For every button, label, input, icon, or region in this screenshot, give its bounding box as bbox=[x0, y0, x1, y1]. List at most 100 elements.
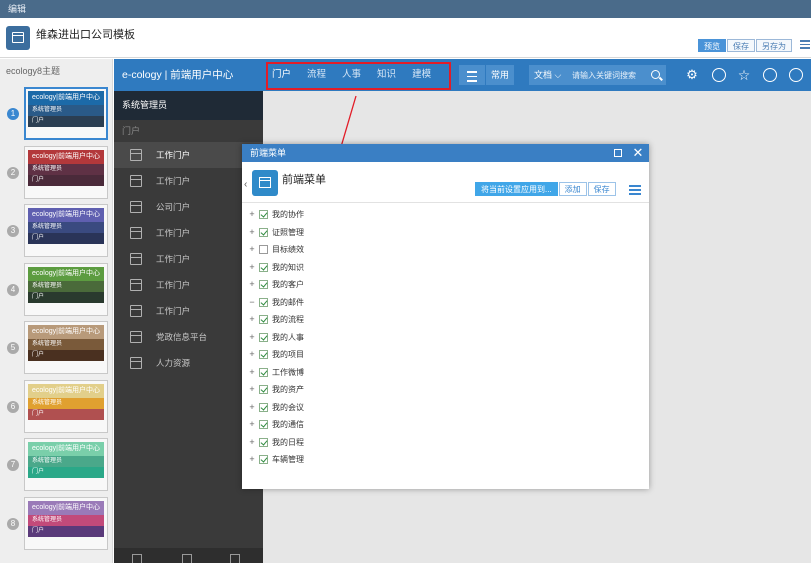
save-button[interactable]: 保存 bbox=[727, 39, 755, 52]
tree-checkbox[interactable] bbox=[259, 227, 268, 237]
theme-thumbnail[interactable]: ecology|前端用户中心 系统管理员 门户 bbox=[24, 145, 108, 199]
palette-icon[interactable] bbox=[712, 68, 726, 82]
theme-item[interactable]: 5 ecology|前端用户中心 系统管理员 门户 bbox=[0, 321, 113, 379]
sidebar-item[interactable]: 工作门户 bbox=[114, 168, 263, 194]
tree-toggle-icon[interactable]: + bbox=[248, 259, 256, 277]
add-button[interactable]: 添加 bbox=[558, 182, 587, 196]
theme-thumbnail[interactable]: ecology|前端用户中心 系统管理员 门户 bbox=[24, 87, 108, 140]
theme-thumbnail[interactable]: ecology|前端用户中心 系统管理员 门户 bbox=[24, 262, 108, 316]
theme-item[interactable]: 4 ecology|前端用户中心 系统管理员 门户 bbox=[0, 262, 113, 321]
theme-thumb-brand: ecology|前端用户中心 bbox=[28, 208, 104, 222]
tree-toggle-icon[interactable]: + bbox=[248, 329, 256, 347]
power-icon[interactable] bbox=[789, 68, 803, 82]
search-icon[interactable] bbox=[651, 70, 660, 79]
tree-item-label[interactable]: 我的会议 bbox=[272, 399, 304, 417]
home-icon[interactable] bbox=[132, 554, 142, 563]
tree-item-label[interactable]: 我的流程 bbox=[272, 311, 304, 329]
save-as-button[interactable]: 另存为 bbox=[756, 39, 792, 52]
theme-thumbnail[interactable]: ecology|前端用户中心 系统管理员 门户 bbox=[24, 379, 108, 433]
apply-to-button[interactable]: 将当前设置应用到... bbox=[475, 182, 558, 196]
tree-toggle-icon[interactable]: + bbox=[248, 346, 256, 364]
tree-checkbox[interactable] bbox=[259, 350, 268, 359]
tree-checkbox[interactable] bbox=[259, 367, 268, 377]
tree-item-label[interactable]: 我的客户 bbox=[272, 276, 304, 294]
tree-checkbox[interactable] bbox=[259, 245, 268, 254]
theme-item[interactable]: 3 ecology|前端用户中心 系统管理员 门户 bbox=[0, 204, 113, 262]
theme-item[interactable]: 8 ecology|前端用户中心 系统管理员 门户 bbox=[0, 496, 113, 555]
theme-item[interactable]: 1 ecology|前端用户中心 系统管理员 门户 bbox=[0, 87, 113, 145]
dialog-list-icon[interactable] bbox=[629, 185, 641, 195]
tree-toggle-icon[interactable]: + bbox=[248, 276, 256, 294]
tree-toggle-icon[interactable]: + bbox=[248, 416, 256, 434]
sidebar-item[interactable]: 工作门户 bbox=[114, 272, 263, 298]
tree-checkbox[interactable] bbox=[259, 420, 268, 429]
tree-toggle-icon[interactable]: + bbox=[248, 399, 256, 417]
theme-item[interactable]: 7 ecology|前端用户中心 系统管理员 门户 bbox=[0, 438, 113, 496]
tree-item-label[interactable]: 我的日程 bbox=[272, 434, 304, 452]
sidebar-item[interactable]: 工作门户 bbox=[114, 298, 263, 324]
close-icon[interactable]: ✕ bbox=[632, 144, 644, 162]
mail-icon[interactable] bbox=[230, 554, 240, 563]
dialog-save-button[interactable]: 保存 bbox=[587, 182, 616, 196]
maximize-icon[interactable] bbox=[614, 149, 622, 157]
theme-number: 6 bbox=[7, 400, 19, 413]
tree-item-label[interactable]: 我的知识 bbox=[272, 259, 304, 277]
menu-icon[interactable] bbox=[459, 65, 485, 85]
tree-item-label[interactable]: 我的协作 bbox=[272, 206, 304, 224]
sidebar-item[interactable]: 党政信息平台 bbox=[114, 324, 263, 350]
tree-item-label[interactable]: 证照管理 bbox=[272, 224, 304, 242]
lock-icon[interactable] bbox=[182, 554, 192, 563]
tree-item-label[interactable]: 目标绩效 bbox=[272, 241, 304, 259]
portal-icon bbox=[130, 149, 142, 161]
theme-item[interactable]: 6 ecology|前端用户中心 系统管理员 门户 bbox=[0, 379, 113, 438]
tree-item-label[interactable]: 车辆管理 bbox=[272, 451, 304, 469]
tree-toggle-icon[interactable]: + bbox=[248, 206, 256, 224]
tree-checkbox[interactable] bbox=[259, 262, 268, 272]
tree-toggle-icon[interactable]: + bbox=[248, 451, 256, 469]
search-category[interactable]: 文档 ⌵ bbox=[534, 65, 561, 85]
tree-item-label[interactable]: 我的邮件 bbox=[272, 294, 304, 312]
tree-item: + 我的日程 bbox=[248, 434, 638, 452]
theme-thumb-brand: ecology|前端用户中心 bbox=[28, 442, 104, 456]
tree-item-label[interactable]: 工作微博 bbox=[272, 364, 304, 382]
theme-thumbnail[interactable]: ecology|前端用户中心 系统管理员 门户 bbox=[24, 321, 108, 374]
dialog-divider bbox=[242, 202, 649, 203]
search-input[interactable] bbox=[572, 68, 646, 82]
preview-button[interactable]: 预览 bbox=[698, 39, 726, 52]
tree-checkbox[interactable] bbox=[259, 402, 268, 412]
tree-toggle-icon[interactable]: + bbox=[248, 381, 256, 399]
tree-toggle-icon[interactable]: + bbox=[248, 224, 256, 242]
tree-item-label[interactable]: 我的资产 bbox=[272, 381, 304, 399]
tree-checkbox[interactable] bbox=[259, 315, 268, 324]
theme-thumbnail[interactable]: ecology|前端用户中心 系统管理员 门户 bbox=[24, 438, 108, 491]
tree-checkbox[interactable] bbox=[259, 437, 268, 447]
theme-item[interactable]: 2 ecology|前端用户中心 系统管理员 门户 bbox=[0, 145, 113, 204]
sidebar-item[interactable]: 工作门户 bbox=[114, 220, 263, 246]
list-icon[interactable] bbox=[800, 40, 810, 49]
tree-item-label[interactable]: 我的项目 bbox=[272, 346, 304, 364]
tree-checkbox[interactable] bbox=[259, 297, 268, 307]
collapse-arrow-icon[interactable]: ‹ bbox=[244, 179, 247, 190]
tree-toggle-icon[interactable]: + bbox=[248, 311, 256, 329]
tree-checkbox[interactable] bbox=[259, 455, 268, 464]
tree-toggle-icon[interactable]: + bbox=[248, 241, 256, 259]
tree-toggle-icon[interactable]: − bbox=[248, 294, 256, 312]
settings-icon[interactable]: ⚙ bbox=[685, 68, 699, 82]
theme-thumbnail[interactable]: ecology|前端用户中心 系统管理员 门户 bbox=[24, 496, 108, 550]
tree-toggle-icon[interactable]: + bbox=[248, 364, 256, 382]
sidebar-item[interactable]: 公司门户 bbox=[114, 194, 263, 220]
tree-item-label[interactable]: 我的通信 bbox=[272, 416, 304, 434]
more-icon[interactable] bbox=[763, 68, 777, 82]
sidebar-item[interactable]: 工作门户 bbox=[114, 246, 263, 272]
star-icon[interactable]: ☆ bbox=[737, 68, 751, 82]
tree-toggle-icon[interactable]: + bbox=[248, 434, 256, 452]
common-button[interactable]: 常用 bbox=[486, 65, 514, 85]
tree-checkbox[interactable] bbox=[259, 332, 268, 342]
tree-checkbox[interactable] bbox=[259, 280, 268, 289]
tree-item-label[interactable]: 我的人事 bbox=[272, 329, 304, 347]
theme-thumbnail[interactable]: ecology|前端用户中心 系统管理员 门户 bbox=[24, 204, 108, 257]
sidebar-item[interactable]: 人力资源 bbox=[114, 350, 263, 376]
tree-checkbox[interactable] bbox=[259, 210, 268, 219]
tree-checkbox[interactable] bbox=[259, 385, 268, 394]
sidebar-item[interactable]: 工作门户 bbox=[114, 142, 263, 168]
